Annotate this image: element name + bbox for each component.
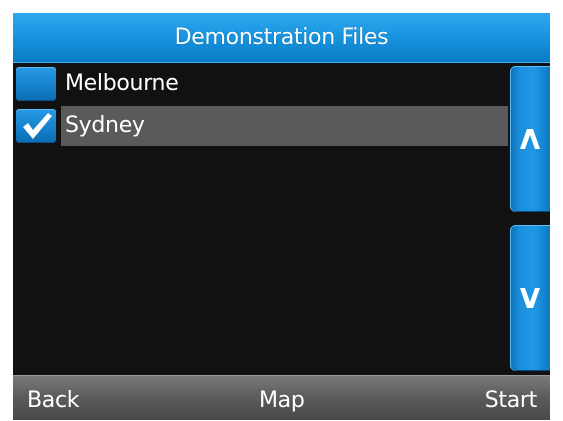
list-item-label: Melbourne: [65, 71, 179, 96]
chevron-down-icon: [520, 288, 540, 308]
chevron-up-icon: [520, 129, 540, 149]
title-bar: Demonstration Files: [13, 13, 550, 63]
list-item-melbourne[interactable]: Melbourne: [13, 64, 508, 104]
list-item-label: Sydney: [65, 113, 145, 138]
scroll-down-button[interactable]: [510, 225, 550, 371]
back-button[interactable]: Back: [27, 376, 80, 420]
checkbox-sydney[interactable]: [16, 109, 56, 143]
file-list: Melbourne Sydney: [13, 64, 508, 375]
start-button[interactable]: Start: [485, 376, 538, 420]
checkbox-melbourne[interactable]: [16, 67, 56, 101]
map-button[interactable]: Map: [259, 376, 305, 420]
device-screen: Demonstration Files Melbourne Sydney Bac…: [13, 13, 550, 420]
page-title: Demonstration Files: [174, 25, 389, 50]
softkey-bar: Back Map Start: [13, 375, 550, 420]
checkmark-icon: [23, 113, 52, 139]
scroll-up-button[interactable]: [510, 66, 550, 212]
list-item-sydney[interactable]: Sydney: [13, 106, 508, 146]
